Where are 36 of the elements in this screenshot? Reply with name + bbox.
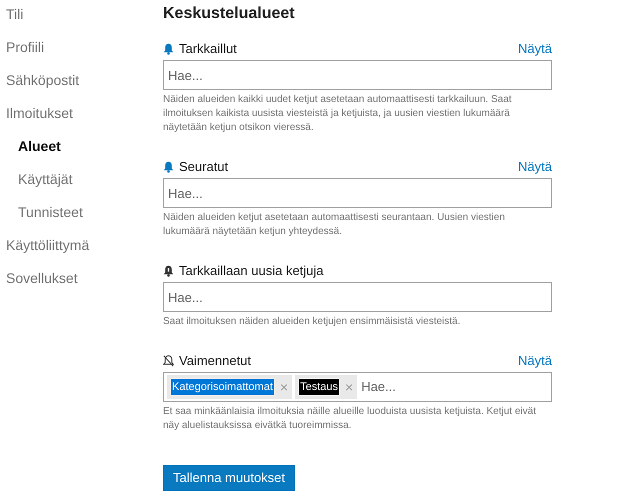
sidebar-item[interactable]: Tunnisteet bbox=[6, 202, 163, 235]
muted-bell-icon bbox=[163, 355, 174, 368]
category-name: Kategorisoimattomat bbox=[171, 378, 274, 396]
bell-icon bbox=[163, 265, 174, 278]
section-label: Tarkkaillut bbox=[179, 41, 237, 58]
sidebar-item[interactable]: Sovellukset bbox=[6, 268, 163, 301]
sidebar-item[interactable]: Käyttöliittymä bbox=[6, 235, 163, 268]
show-link[interactable]: Näytä bbox=[518, 41, 552, 58]
search-field[interactable]: Hae... bbox=[163, 60, 552, 90]
page-title: Keskustelualueet bbox=[163, 4, 296, 24]
help-text: Näiden alueiden kaikki uudet ketjut asetetaan automaattisesti tarkkailuun. Saat ilmoituksen kaikista uusista viesteistä ja ketjuista, ja uusien viestien lukumäärä näytetään ketjun otsikon vieressä. bbox=[163, 93, 513, 136]
section-label: Tarkkaillaan uusia ketjuja bbox=[179, 263, 324, 280]
category-name: Testaus bbox=[299, 378, 339, 396]
search-field[interactable]: Hae... bbox=[163, 282, 552, 312]
sidebar-item[interactable]: Alueet bbox=[6, 136, 163, 169]
category-selector[interactable]: Kategorisoimattomat × Testaus × Hae... bbox=[163, 372, 552, 402]
sidebar-item[interactable]: Profiili bbox=[6, 37, 163, 70]
sidebar-item[interactable]: Ilmoitukset bbox=[6, 103, 163, 136]
sidebar-item[interactable]: Sähköpostit bbox=[6, 70, 163, 103]
help-text: Näiden alueiden ketjut asetetaan automaattisesti seurantaan. Uusien viestien lukumäärä näytetään ketjun yhteydessä. bbox=[163, 211, 506, 240]
bell-icon bbox=[163, 161, 174, 174]
show-link[interactable]: Näytä bbox=[518, 159, 552, 176]
sidebar-item[interactable]: Tili bbox=[6, 4, 163, 37]
category-tag[interactable]: Testaus × bbox=[295, 375, 358, 400]
bell-icon bbox=[163, 43, 174, 56]
show-link[interactable]: Näytä bbox=[518, 353, 552, 370]
search-field[interactable]: Hae... bbox=[163, 178, 552, 208]
sidebar-item[interactable]: Käyttäjät bbox=[6, 169, 163, 202]
section-label: Seuratut bbox=[179, 159, 228, 176]
remove-icon[interactable]: × bbox=[345, 376, 354, 398]
section-label: Vaimennetut bbox=[179, 353, 252, 370]
save-button[interactable]: Tallenna muutokset bbox=[163, 465, 296, 491]
help-text: Saat ilmoituksen näiden alueiden ketjujen ensimmäisistä viesteistä. bbox=[163, 315, 462, 330]
remove-icon[interactable]: × bbox=[280, 376, 288, 398]
help-text: Et saa minkäänlaisia ilmoituksia näille alueille luoduista uusista ketjuista. Ketjut eivät näy aluelistauksissa eivätkä tuoreimmissa. bbox=[163, 405, 537, 434]
category-tag[interactable]: Kategorisoimattomat × bbox=[167, 375, 292, 400]
